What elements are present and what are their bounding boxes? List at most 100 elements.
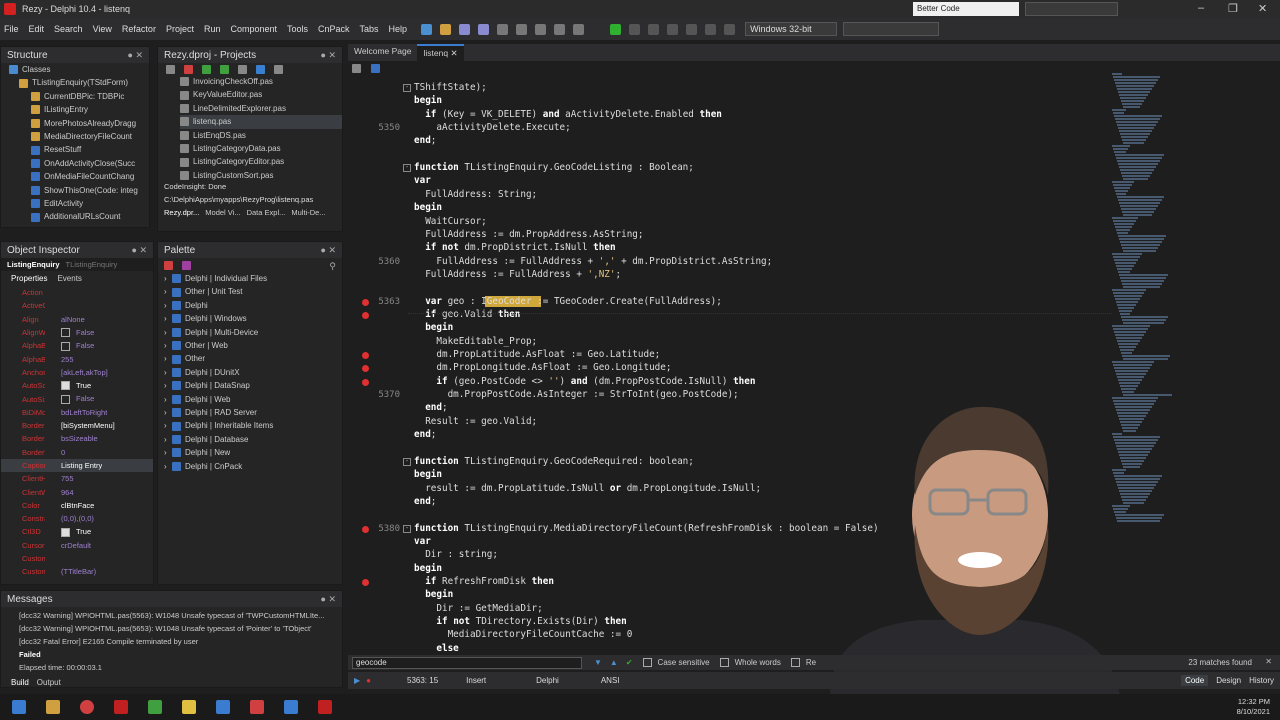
property-value[interactable]: clBtnFace bbox=[45, 501, 94, 510]
property-value[interactable]: 0 bbox=[45, 448, 65, 457]
property-value[interactable]: 964 bbox=[45, 488, 74, 497]
code-line[interactable]: begin bbox=[414, 202, 442, 213]
code-line[interactable]: if not TDirectory.Exists(Dir) then bbox=[414, 616, 626, 627]
code-line[interactable]: WaitCursor; bbox=[414, 216, 487, 227]
menu-search[interactable]: Search bbox=[54, 24, 83, 34]
tab-welcome-page[interactable]: Welcome Page bbox=[348, 44, 417, 61]
property-row[interactable]: AlphaBlenFalse bbox=[1, 339, 153, 352]
code-line[interactable]: Dir := GetMediaDir; bbox=[414, 603, 542, 614]
app-icon[interactable] bbox=[284, 700, 298, 714]
editor-nav-icon[interactable] bbox=[352, 64, 361, 73]
menu-view[interactable]: View bbox=[93, 24, 112, 34]
toggle-icon[interactable] bbox=[573, 23, 585, 35]
property-row[interactable]: AlignWithIFalse bbox=[1, 326, 153, 339]
project-file[interactable]: InvoicingCheckOff.pas bbox=[180, 75, 342, 88]
property-value[interactable]: Listing Entry bbox=[45, 461, 102, 470]
project-file[interactable]: ListingCategoryData.pas bbox=[180, 142, 342, 155]
palette-item[interactable]: › Delphi | Windows bbox=[164, 312, 342, 325]
tab-listenq[interactable]: listenq ✕ bbox=[417, 44, 464, 61]
close-icon[interactable]: ● ✕ bbox=[321, 594, 336, 605]
find-previous-icon[interactable]: ▲ bbox=[610, 658, 618, 667]
expand-icon[interactable] bbox=[238, 65, 247, 74]
minimize-icon[interactable]: – bbox=[1198, 2, 1204, 14]
search-icon[interactable]: ⚲ bbox=[329, 261, 336, 271]
tab-events[interactable]: Events bbox=[57, 274, 81, 283]
structure-item[interactable]: ResetStuff bbox=[9, 143, 149, 156]
close-icon[interactable]: ● ✕ bbox=[321, 245, 336, 256]
structure-item[interactable]: TListingEnquiry(TStdForm) bbox=[9, 76, 149, 89]
tab-multi-device[interactable]: Multi-De... bbox=[291, 208, 325, 217]
run-without-debug-icon[interactable] bbox=[629, 23, 641, 35]
tab-project[interactable]: Rezy.dpr... bbox=[164, 208, 199, 217]
property-row[interactable]: AlphaBlen255 bbox=[1, 352, 153, 365]
code-line[interactable]: dm.PropPostCode.AsInteger := StrToInt(ge… bbox=[414, 389, 739, 400]
nav-icon[interactable]: ▶ bbox=[354, 676, 360, 685]
project-file[interactable]: ListingCategoryEditor.pas bbox=[180, 155, 342, 168]
property-value[interactable]: bsSizeable bbox=[45, 434, 98, 443]
save-icon[interactable] bbox=[459, 23, 471, 35]
tab-data-explorer[interactable]: Data Expl... bbox=[247, 208, 286, 217]
view-form-icon[interactable] bbox=[554, 23, 566, 35]
property-row[interactable]: AutoScrollTrue bbox=[1, 379, 153, 392]
open-icon[interactable] bbox=[440, 23, 452, 35]
code-line[interactable]: if (geo.PostCode <> '') and (dm.PropPost… bbox=[414, 376, 755, 387]
breakpoint-icon[interactable] bbox=[362, 525, 369, 533]
palette-item[interactable]: › Delphi | CnPack bbox=[164, 460, 342, 473]
property-value[interactable]: crDefault bbox=[45, 541, 91, 550]
structure-item[interactable]: IListingEntry bbox=[9, 103, 149, 116]
property-row[interactable]: ActiveCon bbox=[1, 299, 153, 312]
message-line[interactable]: [dcc32 Warning] WPIOHTML.pas(5653): W104… bbox=[19, 622, 324, 635]
layout-combo[interactable]: Better Code bbox=[913, 2, 1019, 16]
property-value[interactable]: True bbox=[45, 527, 91, 537]
file-explorer-icon[interactable] bbox=[46, 700, 60, 714]
property-value[interactable]: False bbox=[45, 341, 94, 351]
code-line[interactable]: begin bbox=[414, 589, 453, 600]
view-history[interactable]: History bbox=[1249, 676, 1274, 685]
stop-icon[interactable] bbox=[667, 23, 679, 35]
undo-icon[interactable] bbox=[516, 23, 528, 35]
property-checkbox[interactable] bbox=[61, 394, 70, 404]
editor-list-icon[interactable] bbox=[371, 64, 380, 73]
menu-component[interactable]: Component bbox=[230, 24, 277, 34]
palette-item[interactable]: › Delphi | Multi-Device bbox=[164, 326, 342, 339]
menu-help[interactable]: Help bbox=[389, 24, 408, 34]
palette-item[interactable]: › Other | Web bbox=[164, 339, 342, 352]
property-value[interactable]: False bbox=[45, 394, 94, 404]
structure-item[interactable]: OnAddActivityClose(Succ bbox=[9, 157, 149, 170]
redo-icon[interactable] bbox=[535, 23, 547, 35]
property-value[interactable]: (0,0),(0,0) bbox=[45, 514, 94, 523]
property-row[interactable]: BiDiModebdLeftToRight bbox=[1, 406, 153, 419]
palette-item[interactable]: › Other | Unit Test bbox=[164, 285, 342, 298]
property-value[interactable]: True bbox=[45, 381, 91, 391]
breakpoint-icon[interactable] bbox=[362, 378, 369, 386]
property-row[interactable]: CaptionListing Entry bbox=[1, 458, 153, 473]
property-row[interactable]: Action bbox=[1, 286, 153, 299]
code-line[interactable]: TShiftState); bbox=[414, 82, 487, 93]
fold-toggle-icon[interactable]: - bbox=[403, 164, 411, 173]
ide-search-input[interactable] bbox=[1025, 2, 1118, 16]
breakpoint-icon[interactable] bbox=[362, 352, 369, 359]
structure-item[interactable]: ShowThisOne(Code: integ bbox=[9, 184, 149, 197]
code-line[interactable]: begin bbox=[414, 469, 442, 480]
encoding-select[interactable]: ANSI bbox=[601, 676, 620, 685]
property-value[interactable]: False bbox=[45, 328, 94, 338]
property-row[interactable]: Ctl3D True bbox=[1, 525, 153, 538]
property-row[interactable]: BorderWid0 bbox=[1, 446, 153, 459]
code-line[interactable]: Result := geo.Valid; bbox=[414, 416, 537, 427]
menu-tabs[interactable]: Tabs bbox=[360, 24, 379, 34]
palette-item[interactable]: › Delphi | New bbox=[164, 446, 342, 459]
project-file[interactable]: ListEnqDS.pas bbox=[180, 129, 342, 142]
code-line[interactable]: begin bbox=[414, 322, 453, 333]
palette-item[interactable]: › Delphi | RAD Server bbox=[164, 406, 342, 419]
code-line[interactable]: result := dm.PropLatitude.IsNull or dm.P… bbox=[414, 483, 761, 494]
code-line[interactable]: FullAddress := FullAddress + ',NZ'; bbox=[414, 269, 621, 280]
property-value[interactable]: [akLeft,akTop] bbox=[45, 368, 108, 377]
delphi-icon[interactable] bbox=[318, 700, 332, 714]
property-row[interactable]: Anchors[akLeft,akTop] bbox=[1, 366, 153, 379]
app-icon[interactable] bbox=[182, 700, 196, 714]
property-row[interactable]: CustomH bbox=[1, 552, 153, 565]
code-line[interactable]: Dir : string; bbox=[414, 549, 498, 560]
edge-icon[interactable] bbox=[216, 700, 230, 714]
property-row[interactable]: Align alNone bbox=[1, 313, 153, 326]
find-input[interactable]: geocode bbox=[352, 656, 582, 669]
